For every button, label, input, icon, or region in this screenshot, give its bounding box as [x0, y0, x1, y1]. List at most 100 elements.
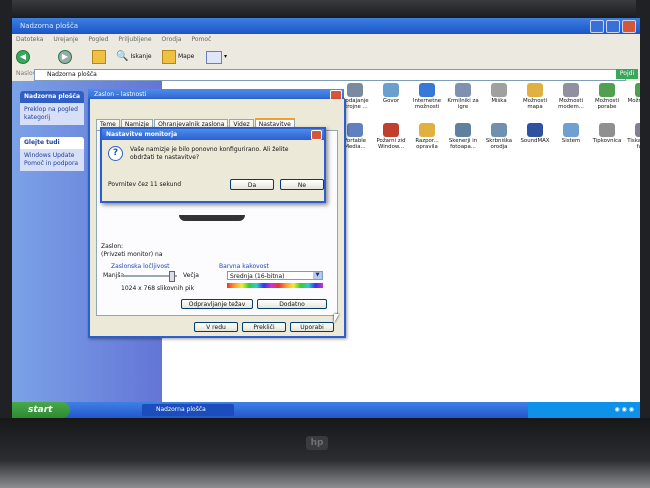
control-panel-item-icon	[419, 83, 435, 97]
control-panel-item-label: Krmilniki za igre	[447, 98, 479, 111]
control-panel-item-icon	[383, 123, 399, 137]
taskbar-item-control-panel[interactable]: Nadzorna plošča	[142, 404, 234, 416]
control-panel-item[interactable]: Tiskalniki in faksi	[626, 123, 640, 151]
no-button[interactable]: Ne	[280, 179, 324, 190]
control-panel-item[interactable]: Možnosti porabe	[590, 83, 624, 111]
troubleshoot-button[interactable]: Odpravljanje težav	[181, 299, 253, 309]
folder-up-icon	[92, 50, 106, 64]
control-panel-item-label: Možnosti ...	[627, 98, 640, 104]
minimize-button[interactable]	[590, 20, 604, 33]
color-quality-select[interactable]: Srednja (16-bitna) ▼	[227, 271, 323, 280]
address-input[interactable]: Nadzorna plošča	[34, 69, 626, 81]
countdown-text: Povrnitev čez 11 sekund	[108, 181, 182, 188]
control-panel-item-icon	[563, 123, 579, 137]
color-quality-group-label: Barvna kakovost	[219, 263, 269, 270]
views-icon	[206, 50, 222, 64]
help-support-link[interactable]: Pomoč in podpora	[24, 160, 80, 168]
system-tray: ◉ ◉ ◉	[528, 402, 640, 418]
control-panel-item[interactable]: Možnosti ...	[626, 83, 640, 104]
search-label: Iskanje	[130, 53, 152, 60]
control-panel-item[interactable]: Tipkovnica	[590, 123, 624, 144]
advanced-button[interactable]: Dodatno	[257, 299, 327, 309]
see-also-heading[interactable]: Glejte tudi	[20, 137, 84, 149]
back-arrow-icon: ◀	[16, 50, 30, 64]
back-button[interactable]: ◀	[16, 50, 30, 64]
views-button[interactable]: ▾	[206, 50, 227, 64]
switch-view-link[interactable]: Preklop na pogled kategorij	[20, 103, 84, 125]
forward-button[interactable]: ▶	[58, 50, 72, 64]
control-panel-item-icon	[347, 83, 363, 97]
menu-view[interactable]: Pogled	[88, 34, 108, 46]
windows-update-link[interactable]: Windows Update	[24, 152, 80, 160]
control-panel-box: Nadzorna plošča Preklop na pogled katego…	[20, 91, 84, 125]
control-panel-item-label: Skenerji in fotoapa...	[448, 138, 478, 151]
menu-bar: Datoteka Urejanje Pogled Priljubljene Or…	[12, 34, 640, 46]
yes-button[interactable]: Da	[230, 179, 274, 190]
monitor-dialog-titlebar[interactable]: Nastavitve monitorja	[102, 129, 324, 140]
folders-button[interactable]: Mape	[162, 50, 194, 64]
question-icon: ?	[108, 146, 123, 161]
toolbar: ◀ ▶ 🔍 Iskanje Mape ▾	[12, 46, 640, 69]
maximize-button[interactable]	[606, 20, 620, 33]
control-panel-item-icon	[455, 83, 471, 97]
control-panel-item[interactable]: Možnosti mapa	[518, 83, 552, 111]
control-panel-item-label: Možnosti modem...	[558, 98, 584, 111]
confirm-message-line2: obdržati te nastavitve?	[130, 154, 200, 161]
control-panel-item[interactable]: Skenerji in fotoapa...	[446, 123, 480, 151]
control-panel-item[interactable]: Možnosti modem...	[554, 83, 588, 111]
explorer-titlebar[interactable]: Nadzorna plošča	[12, 18, 640, 34]
control-panel-item-label: Miška	[491, 98, 507, 104]
control-panel-item[interactable]: Razpor... opravila	[410, 123, 444, 151]
resolution-slider-thumb[interactable]	[169, 271, 175, 282]
monitor-preview	[179, 215, 245, 221]
menu-file[interactable]: Datoteka	[16, 34, 43, 46]
hp-logo: hp	[306, 436, 328, 450]
start-button[interactable]: start	[12, 402, 70, 418]
go-button[interactable]: Pojdi	[616, 69, 638, 79]
control-panel-item-label: Možnosti porabe	[595, 98, 619, 111]
control-panel-item-icon	[383, 83, 399, 97]
control-panel-item-icon	[347, 123, 363, 137]
confirm-message-line1: Vaše namizje je bilo ponovno konfigurira…	[130, 146, 289, 153]
cancel-button[interactable]: Prekliči	[242, 322, 286, 332]
search-icon: 🔍	[116, 51, 129, 62]
chevron-down-icon: ▾	[224, 53, 228, 60]
control-panel-item[interactable]: Krmilniki za igre	[446, 83, 480, 111]
close-button[interactable]	[622, 20, 636, 33]
control-panel-item[interactable]: Internetne možnosti	[410, 83, 444, 111]
menu-help[interactable]: Pomoč	[191, 34, 211, 46]
up-button[interactable]	[92, 50, 106, 64]
folders-label: Mape	[178, 53, 195, 60]
control-panel-item[interactable]: Požarni zid Window...	[374, 123, 408, 151]
control-panel-item[interactable]: Miška	[482, 83, 516, 104]
control-panel-item-icon	[599, 123, 615, 137]
control-panel-item[interactable]: Skrbniška orodja	[482, 123, 516, 151]
apply-button[interactable]: Uporabi	[290, 322, 334, 332]
control-panel-item-icon	[563, 83, 579, 97]
control-panel-item-label: Tipkovnica	[592, 138, 622, 144]
menu-edit[interactable]: Urejanje	[53, 34, 78, 46]
menu-favorites[interactable]: Priljubljene	[118, 34, 151, 46]
screen: Nadzorna plošča Datoteka Urejanje Pogled…	[12, 18, 640, 418]
ok-button[interactable]: V redu	[194, 322, 238, 332]
mouse-cursor-icon	[334, 314, 339, 323]
control-panel-item[interactable]: SoundMAX	[518, 123, 552, 144]
control-panel-item-icon	[635, 83, 640, 97]
color-quality-value: Srednja (16-bitna)	[230, 273, 285, 280]
control-panel-item-label: Skrbniška orodja	[485, 138, 513, 151]
monitor-bezel-bottom	[0, 418, 650, 488]
control-panel-heading[interactable]: Nadzorna plošča	[20, 91, 84, 103]
control-panel-item-icon	[599, 83, 615, 97]
control-panel-item[interactable]: Govor	[374, 83, 408, 104]
monitor-bezel-left	[0, 0, 12, 488]
monitor-dialog-close-button[interactable]	[311, 130, 322, 140]
forward-arrow-icon: ▶	[58, 50, 72, 64]
menu-tools[interactable]: Orodja	[162, 34, 182, 46]
search-button[interactable]: 🔍 Iskanje	[116, 50, 152, 64]
folders-icon	[162, 50, 176, 64]
control-panel-item-icon	[491, 123, 507, 137]
control-panel-item-icon	[635, 123, 640, 137]
control-panel-item-icon	[419, 123, 435, 137]
taskbar: start Nadzorna plošča ◉ ◉ ◉	[12, 402, 640, 418]
control-panel-item[interactable]: Sistem	[554, 123, 588, 144]
